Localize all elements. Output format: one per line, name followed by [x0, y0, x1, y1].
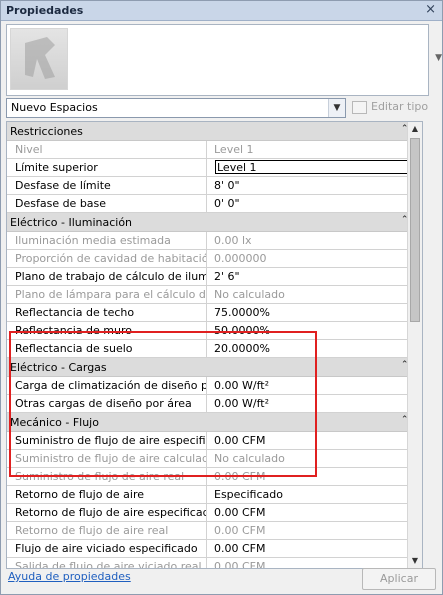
edit-type-icon	[352, 100, 367, 114]
title-bar: Propiedades ×	[1, 1, 442, 21]
property-row: Retorno de flujo de aire real 0.00 CFM	[7, 522, 422, 540]
property-name: Reflectancia de muro	[7, 322, 207, 339]
property-value[interactable]: 8' 0"	[214, 177, 414, 194]
property-name: Nivel	[7, 141, 207, 158]
palette-title: Propiedades	[6, 4, 84, 17]
property-row: Salida de flujo de aire viciado real 0.00…	[7, 558, 422, 568]
property-name: Proporción de cavidad de habitación	[7, 250, 207, 267]
type-thumbnail	[10, 28, 68, 90]
property-row[interactable]: Plano de trabajo de cálculo de ilumi... 2…	[7, 268, 422, 286]
properties-grid-content: Restricciones⌃⌃NivelLevel 1Límite superi…	[7, 122, 422, 568]
property-row[interactable]: Desfase de límite 8' 0"	[7, 177, 422, 195]
type-selector-value: Nuevo Espacios	[11, 101, 98, 114]
property-name: Suministro de flujo de aire calculado	[7, 450, 207, 467]
property-name: Iluminación media estimada	[7, 232, 207, 249]
section-header[interactable]: Eléctrico - Iluminación⌃⌃	[7, 213, 422, 232]
property-name: Salida de flujo de aire viciado real	[7, 558, 207, 568]
property-row: Iluminación media estimada 0.00 lx	[7, 232, 422, 250]
section-title: Restricciones	[10, 125, 83, 138]
section-header[interactable]: Eléctrico - Cargas⌃⌃	[7, 358, 422, 377]
property-row[interactable]: Desfase de base 0' 0"	[7, 195, 422, 213]
section-title: Eléctrico - Cargas	[10, 361, 107, 374]
edit-type-label: Editar tipo	[371, 100, 429, 113]
close-icon[interactable]: ×	[425, 2, 436, 18]
property-name: Retorno de flujo de aire	[7, 486, 207, 503]
property-name: Suministro de flujo de aire real	[7, 468, 207, 485]
help-link[interactable]: Ayuda de propiedades	[8, 570, 131, 583]
property-name: Flujo de aire viciado especificado	[7, 540, 207, 557]
property-row[interactable]: Suministro de flujo de aire especific...…	[7, 432, 422, 450]
property-value: 0.000000	[214, 252, 267, 265]
property-value: 0.00 CFM	[214, 470, 266, 483]
edit-type-button[interactable]: Editar tipo	[352, 100, 428, 114]
property-value[interactable]: 0' 0"	[214, 195, 414, 212]
properties-grid: Restricciones⌃⌃NivelLevel 1Límite superi…	[6, 121, 423, 569]
property-name: Plano de lámpara para el cálculo de...	[7, 286, 207, 303]
property-value[interactable]: 0.00 CFM	[214, 540, 414, 557]
property-value[interactable]: 75.0000%	[214, 304, 414, 321]
scroll-up-icon[interactable]: ▲	[408, 122, 422, 136]
property-name: Otras cargas de diseño por área	[7, 395, 207, 412]
property-row: Suministro de flujo de aire calculado No …	[7, 450, 422, 468]
property-name: Plano de trabajo de cálculo de ilumi...	[7, 268, 207, 285]
section-header[interactable]: Mecánico - Flujo⌃⌃	[7, 413, 422, 432]
property-value: No calculado	[214, 452, 285, 465]
property-row[interactable]: Reflectancia de techo 75.0000%	[7, 304, 422, 322]
property-value: No calculado	[214, 288, 285, 301]
property-value[interactable]: Level 1	[215, 160, 415, 174]
property-row[interactable]: Reflectancia de muro 50.0000%	[7, 322, 422, 340]
vertical-scrollbar[interactable]: ▲ ▼	[407, 122, 422, 568]
property-value[interactable]: 0.00 CFM	[214, 432, 414, 449]
dropdown-arrow-icon[interactable]: ▼	[328, 99, 345, 117]
section-title: Eléctrico - Iluminación	[10, 216, 133, 229]
property-name: Retorno de flujo de aire especificado	[7, 504, 207, 521]
property-value[interactable]: 0.00 CFM	[214, 504, 414, 521]
property-row[interactable]: Reflectancia de suelo 20.0000%	[7, 340, 422, 358]
property-name: Límite superior	[7, 159, 207, 176]
type-preview: ▼	[6, 24, 442, 96]
property-value: 0.00 lx	[214, 234, 252, 247]
property-row[interactable]: Otras cargas de diseño por área 0.00 W/ft…	[7, 395, 422, 413]
property-value[interactable]: 2' 6"	[214, 268, 414, 285]
property-name: Carga de climatización de diseño p...	[7, 377, 207, 394]
property-value[interactable]: 20.0000%	[214, 340, 414, 357]
section-header[interactable]: Restricciones⌃⌃	[7, 122, 422, 141]
property-name: Desfase de límite	[7, 177, 207, 194]
chevron-down-icon[interactable]: ▼	[435, 53, 442, 63]
property-name: Reflectancia de suelo	[7, 340, 207, 357]
property-row: Nivel Level 1	[7, 141, 422, 159]
property-row: Plano de lámpara para el cálculo de... No…	[7, 286, 422, 304]
property-value[interactable]: 0.00 W/ft²	[214, 395, 414, 412]
property-row[interactable]: Límite superior Level 1	[7, 159, 422, 177]
property-row[interactable]: Retorno de flujo de aire especificado 0.0…	[7, 504, 422, 522]
property-name: Suministro de flujo de aire especific...	[7, 432, 207, 449]
scroll-down-icon[interactable]: ▼	[408, 554, 422, 568]
property-row: Suministro de flujo de aire real 0.00 CFM	[7, 468, 422, 486]
property-value[interactable]: Especificado	[214, 486, 414, 503]
section-title: Mecánico - Flujo	[10, 416, 99, 429]
property-row[interactable]: Carga de climatización de diseño p... 0.0…	[7, 377, 422, 395]
property-name: Desfase de base	[7, 195, 207, 212]
property-value: Level 1	[214, 143, 254, 156]
property-value[interactable]: 50.0000%	[214, 322, 414, 339]
property-row[interactable]: Flujo de aire viciado especificado 0.00 C…	[7, 540, 422, 558]
properties-palette: Propiedades × ▼ Nuevo Espacios ▼ Editar …	[0, 0, 443, 595]
property-name: Retorno de flujo de aire real	[7, 522, 207, 539]
property-row[interactable]: Retorno de flujo de aire Especificado	[7, 486, 422, 504]
scrollbar-thumb[interactable]	[410, 138, 420, 322]
type-selector[interactable]: Nuevo Espacios ▼	[6, 98, 346, 118]
property-value[interactable]: 0.00 W/ft²	[214, 377, 414, 394]
revit-logo-icon	[25, 37, 55, 79]
property-name: Reflectancia de techo	[7, 304, 207, 321]
apply-button[interactable]: Aplicar	[362, 568, 436, 590]
property-row: Proporción de cavidad de habitación 0.000…	[7, 250, 422, 268]
property-value: 0.00 CFM	[214, 524, 266, 537]
